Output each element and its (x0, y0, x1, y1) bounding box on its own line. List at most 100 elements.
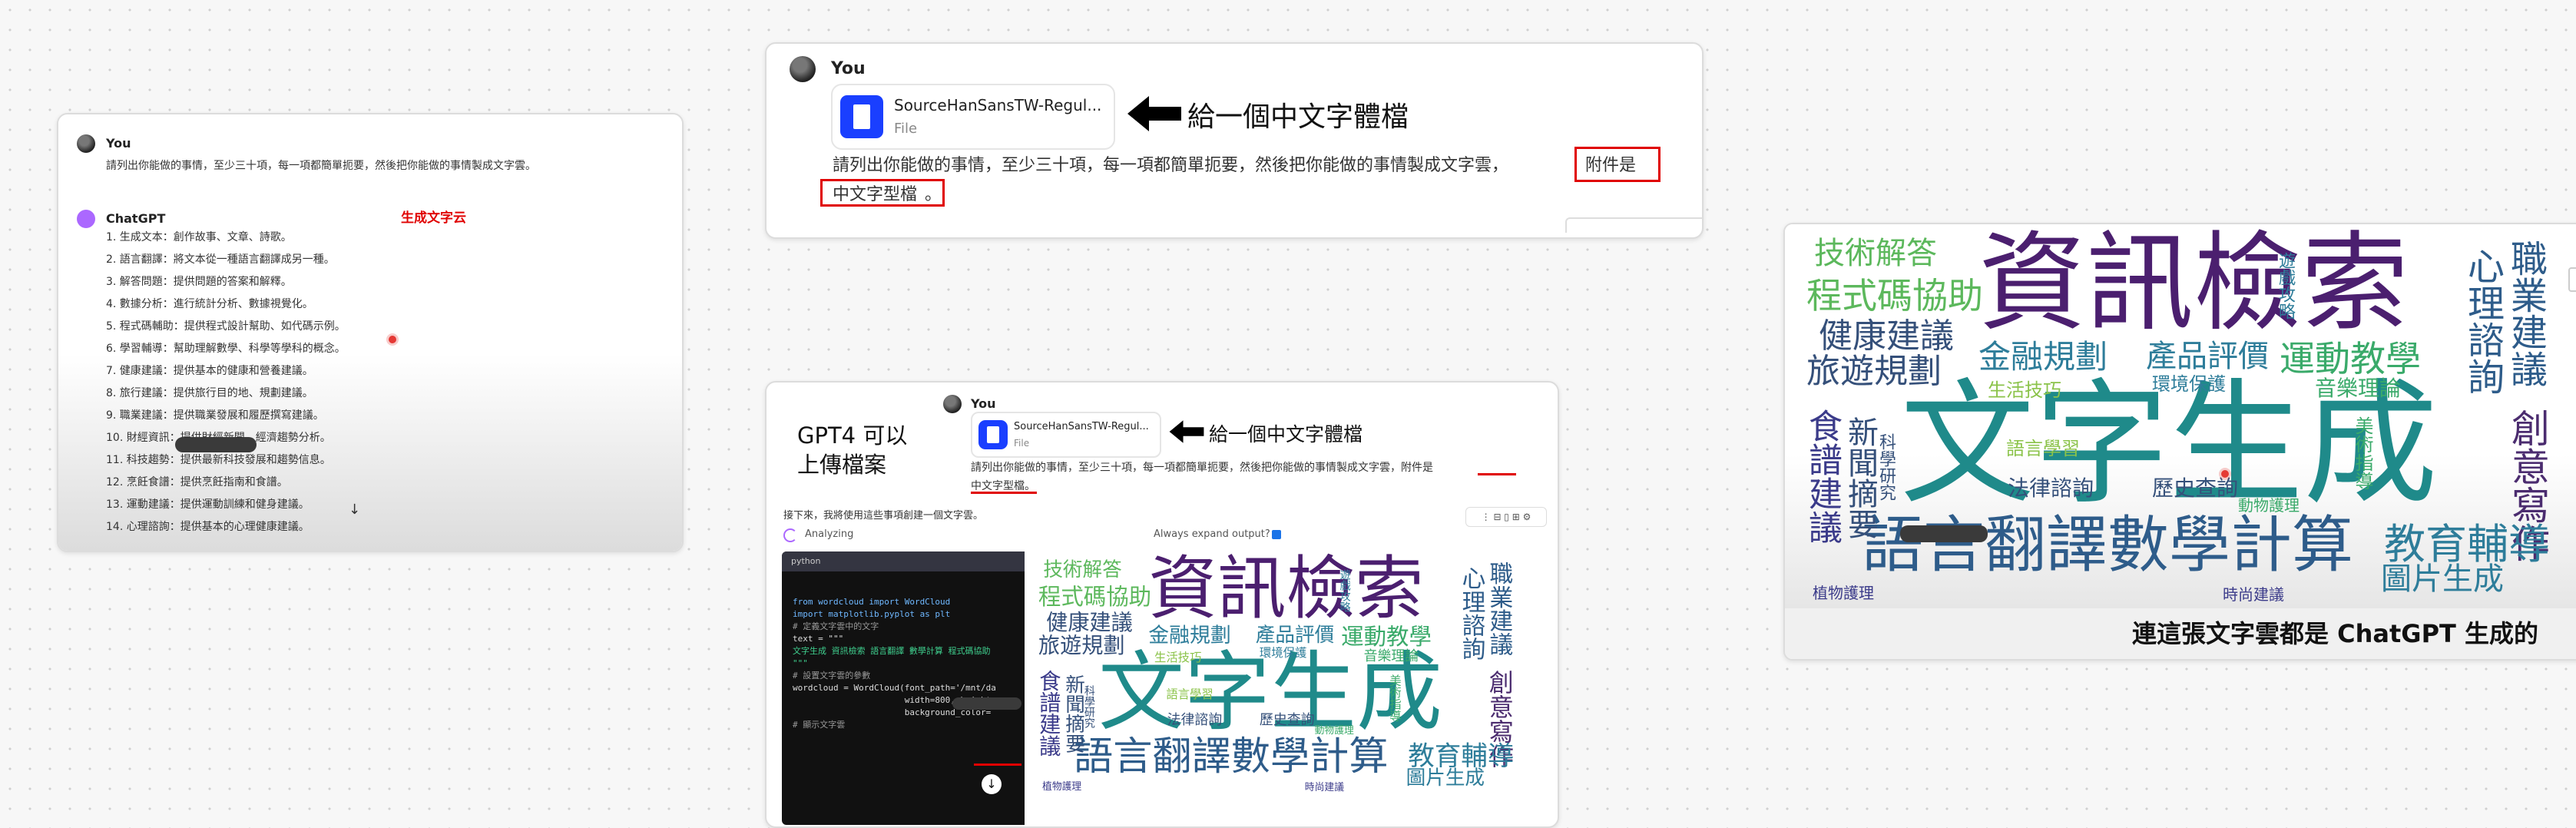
floating-toolbar[interactable] (952, 697, 1021, 710)
wordcloud-word: 動物護理 (2238, 496, 2300, 515)
wordcloud-word: 圖片生成 (2381, 561, 2504, 597)
red-label: 生成文字云 (401, 210, 466, 226)
wordcloud-word: 職業建議 (1485, 561, 1513, 656)
list-item: 5. 程式碼輔助：提供程式設計幫助、如代碼示例。 (106, 320, 346, 333)
code-line: import matplotlib.pyplot as plt (793, 609, 951, 619)
list-item: 12. 烹飪食譜：提供烹飪指南和食譜。 (106, 476, 288, 489)
code-line: from wordcloud import WordCloud (793, 597, 951, 607)
wordcloud-word: 健康建議 (1819, 316, 1954, 356)
list-item: 11. 科技趨勢：提供最新科技發展和趨勢信息。 (106, 454, 331, 466)
underline-attachment (1478, 473, 1516, 475)
chatgpt-avatar (77, 210, 95, 228)
highlight-box-font (820, 179, 945, 207)
analyzing-spinner-icon (783, 528, 797, 542)
file-type: File (1014, 438, 1030, 449)
card-footer-strip (1565, 217, 1702, 233)
caption-text: 連這張文字雲都是 ChatGPT 生成的 (2132, 619, 2538, 648)
wordcloud-word: 美術指導 (2352, 416, 2373, 490)
wordcloud-word: 音樂理論 (1363, 648, 1419, 664)
file-name: SourceHanSansTW-Regul... (894, 96, 1102, 114)
prompt-line1: 請列出你能做的事情，至少三十項，每一項都簡單扼要，然後把你能做的事情製成文字雲， (833, 156, 1509, 175)
wordcloud-word: 法律諮詢 (1167, 712, 1223, 729)
wordcloud-word: 職業建議 (2504, 240, 2547, 387)
file-name: SourceHanSansTW-Regul... (1014, 421, 1149, 432)
code-line: # 定義文字雲中的文字 (793, 621, 879, 631)
user-name: You (971, 396, 996, 411)
wordcloud-word: 資訊檢索 (1148, 551, 1424, 630)
file-icon (840, 95, 883, 138)
left-arrow-icon (1127, 96, 1181, 131)
wordcloud-word: 心理諮詢 (1457, 566, 1485, 661)
assistant-reply: 接下來，我將使用這些事項創建一個文字雲。 (783, 510, 984, 522)
user-name: You (106, 136, 131, 151)
floating-toolbar[interactable] (1900, 525, 1988, 542)
list-item: 9. 職業建議：提供職業發展和履歷撰寫建議。 (106, 409, 324, 422)
wordcloud-card: 資訊檢索 文字生成 語言翻譯數學計算 技術解答 程式碼協助 健康建議 旅遊規劃 金融規劃 產品評… (1783, 223, 2576, 661)
code-line: """ (793, 658, 808, 668)
expand-output-label: Always expand output? (1154, 528, 1270, 540)
wordcloud-word: 生活技巧 (1154, 650, 1202, 664)
wordcloud-word: 語言學習 (2006, 438, 2080, 459)
wordcloud-large: 資訊檢索 文字生成 語言翻譯數學計算 技術解答 程式碼協助 健康建議 旅遊規劃 金融規劃 產品評… (1785, 224, 2576, 608)
code-block: python from wordcloud import WordCloud im… (782, 551, 1025, 825)
code-line: 文字生成 資訊檢索 語言翻譯 數學計算 程式碼協助 (793, 646, 991, 656)
wordcloud-word: 食譜建議 (1035, 669, 1061, 757)
wordcloud-word: 環境保護 (2152, 373, 2226, 395)
wordcloud-word: 運動教學 (2280, 338, 2421, 379)
scroll-down-icon[interactable]: ↓ (349, 502, 360, 518)
analyzing-label[interactable]: Analyzing (805, 528, 853, 540)
list-item: 6. 學習輔導：幫助理解數學、科學等學科的概念。 (106, 343, 346, 355)
wordcloud-word: 旅遊規劃 (1806, 352, 1942, 391)
side-scroll-handle[interactable] (2568, 267, 2576, 292)
code-line: # 設置文字雲的參數 (793, 671, 871, 681)
wordcloud-word: 法律諮詢 (2008, 475, 2094, 501)
wordcloud-word: 程式碼協助 (1806, 275, 1983, 316)
wordcloud-word: 遊戲攻略 (1338, 569, 1351, 613)
annotation-text: 給一個中文字體檔 (1209, 423, 1363, 445)
card-title-line1: GPT4 可以 (797, 422, 908, 449)
wordcloud-word: 教育輔導 (2384, 520, 2550, 568)
prompt-line1: 請列出你能做的事情，至少三十項，每一項都簡單扼要，然後把你能做的事情製成文字雲，… (971, 462, 1433, 474)
scroll-down-button[interactable]: ↓ (982, 774, 1002, 794)
wordcloud-word: 產品評價 (1255, 624, 1335, 647)
wordcloud-word: 產品評價 (2146, 339, 2269, 374)
wordcloud-word: 食譜建議 (1803, 409, 1842, 544)
wordcloud-word: 科學研究 (1082, 685, 1095, 729)
list-item: 7. 健康建議：提供基本的健康和營養建議。 (106, 365, 313, 377)
file-attachment[interactable]: SourceHanSansTW-Regul... File (831, 84, 1115, 150)
wordcloud-word: 新聞摘要 (1843, 416, 1878, 539)
code-line: # 顯示文字雲 (793, 720, 846, 730)
user-avatar (790, 56, 816, 82)
wordcloud-word: 植物護理 (1042, 780, 1082, 793)
highlight-box-attachment (1574, 147, 1660, 182)
wordcloud-word: 植物護理 (1813, 584, 1874, 602)
list-item: 1. 生成文本：創作故事、文章、詩歌。 (106, 231, 292, 243)
code-lines: from wordcloud import WordCloud import ma… (793, 584, 996, 756)
wordcloud-word: 美術指導 (1387, 674, 1402, 722)
wordcloud-word: 教育輔導 (1408, 740, 1515, 772)
wordcloud-word: 程式碼協助 (1038, 583, 1152, 610)
image-toolbar[interactable]: ⋮ ⊟ ▯ ⊞ ⚙ (1465, 507, 1547, 527)
wordcloud-word: 動物護理 (1314, 724, 1354, 737)
user-prompt: 請列出你能做的事情，至少三十項，每一項都簡單扼要，然後把你能做的事情製成文字雲。 (106, 160, 536, 172)
assistant-name: ChatGPT (106, 211, 166, 226)
list-item: 14. 心理諮詢：提供基本的心理健康建議。 (106, 521, 310, 533)
file-type: File (894, 121, 918, 137)
wordcloud-small: 資訊檢索 文字生成 語言翻譯數學計算 技術解答 程式碼協助 健康建議 旅遊規劃 金融規劃 產品評… (1025, 551, 1538, 825)
chat-card-upload: You SourceHanSansTW-Regul... File 給一個中文字… (765, 42, 1704, 239)
wordcloud-word: 遊戲攻略 (2276, 252, 2295, 320)
file-attachment[interactable]: SourceHanSansTW-Regul... File (971, 412, 1161, 458)
wordcloud-word: 心理諮詢 (2461, 247, 2504, 395)
wordcloud-word: 健康建議 (1046, 610, 1133, 636)
capability-list: 1. 生成文本：創作故事、文章、詩歌。 2. 語言翻譯：將文本從一種語言翻譯成另… (106, 227, 346, 538)
cursor-dot (2221, 470, 2229, 478)
annotation-text: 給一個中文字體檔 (1187, 101, 1409, 133)
expand-output-checkbox[interactable] (1272, 530, 1281, 539)
wordcloud-word: 語言翻譯數學計算 (1074, 733, 1389, 780)
chat-card-list: You 請列出你能做的事情，至少三十項，每一項都簡單扼要，然後把你能做的事情製成… (57, 113, 684, 552)
floating-toolbar[interactable] (175, 437, 257, 452)
wordcloud-word: 歷史查詢 (2152, 475, 2239, 501)
wordcloud-word: 生活技巧 (1988, 379, 2061, 401)
wordcloud-word: 金融規劃 (1978, 338, 2108, 376)
code-language: python (791, 556, 821, 566)
